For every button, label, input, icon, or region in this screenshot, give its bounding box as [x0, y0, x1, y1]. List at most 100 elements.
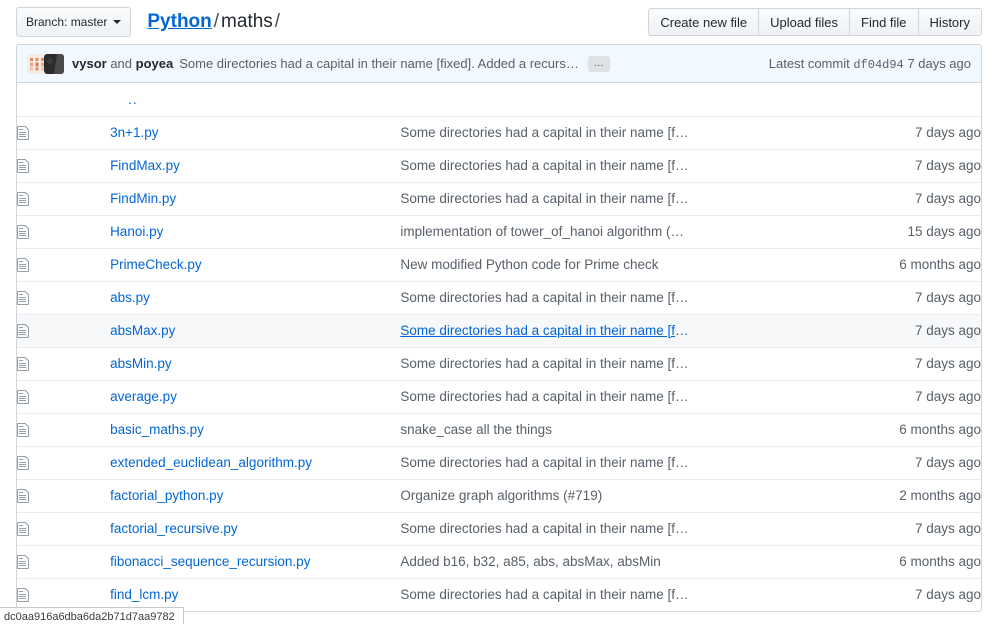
file-icon-cell	[17, 446, 110, 479]
commit-message-link[interactable]: Added b16, b32, a85, abs, absMax, absMin	[400, 554, 690, 569]
table-row[interactable]: abs.py Some directories had a capital in …	[17, 281, 981, 314]
repo-toolbar: Branch: master Python/maths/ Create new …	[0, 0, 998, 44]
file-icon	[17, 521, 31, 537]
file-name-link[interactable]: find_lcm.py	[110, 587, 178, 602]
commit-message-link[interactable]: Some directories had a capital in their …	[400, 356, 690, 371]
file-icon-cell	[17, 182, 110, 215]
find-file-button[interactable]: Find file	[849, 8, 918, 36]
table-row[interactable]: absMax.py Some directories had a capital …	[17, 314, 981, 347]
commit-message-link[interactable]: snake_case all the things	[400, 422, 690, 437]
file-icon-cell	[17, 479, 110, 512]
file-name-link[interactable]: factorial_recursive.py	[110, 521, 238, 536]
file-name-cell: Hanoi.py	[110, 215, 400, 248]
repo-actions-group: Create new file Upload files Find file H…	[648, 8, 982, 36]
file-name-link[interactable]: 3n+1.py	[110, 125, 158, 140]
file-icon	[17, 422, 31, 438]
table-row[interactable]: Hanoi.py implementation of tower_of_hanoi…	[17, 215, 981, 248]
avatar-poyea[interactable]	[44, 54, 64, 74]
commit-message-link[interactable]: Some directories had a capital in their …	[400, 191, 690, 206]
file-name-cell: fibonacci_sequence_recursion.py	[110, 545, 400, 578]
commit-message-link[interactable]: New modified Python code for Prime check	[400, 257, 690, 272]
table-row[interactable]: 3n+1.py Some directories had a capital in…	[17, 116, 981, 149]
breadcrumb-separator-1: /	[212, 11, 221, 32]
table-row[interactable]: fibonacci_sequence_recursion.py Added b16…	[17, 545, 981, 578]
parent-directory-icon-cell	[17, 83, 110, 116]
upload-files-button[interactable]: Upload files	[758, 8, 849, 36]
commit-message-link[interactable]: Some directories had a capital in their …	[400, 389, 690, 404]
file-icon-cell	[17, 116, 110, 149]
parent-directory-row[interactable]: ..	[17, 83, 981, 116]
commit-age-cell: 15 days ago	[691, 215, 981, 248]
branch-selector-button[interactable]: Branch: master	[16, 7, 131, 37]
table-row[interactable]: factorial_recursive.py Some directories h…	[17, 512, 981, 545]
file-icon	[17, 356, 31, 372]
latest-commit-message[interactable]: Some directories had a capital in their …	[179, 56, 579, 71]
breadcrumb-repo-link[interactable]: Python	[147, 11, 211, 32]
commit-message-link[interactable]: Organize graph algorithms (#719)	[400, 488, 690, 503]
file-name-link[interactable]: Hanoi.py	[110, 224, 163, 239]
commit-message-cell: Some directories had a capital in their …	[400, 149, 690, 182]
file-icon-cell	[17, 149, 110, 182]
breadcrumb-separator-2: /	[273, 11, 282, 32]
file-name-cell: factorial_python.py	[110, 479, 400, 512]
file-icon	[17, 257, 31, 273]
commit-message-link[interactable]: Some directories had a capital in their …	[400, 125, 690, 140]
file-icon-cell	[17, 347, 110, 380]
table-row[interactable]: FindMin.py Some directories had a capital…	[17, 182, 981, 215]
file-icon	[17, 455, 31, 471]
table-row[interactable]: extended_euclidean_algorithm.py Some dire…	[17, 446, 981, 479]
commit-author-primary[interactable]: vysor	[72, 56, 107, 71]
commit-message-cell: Some directories had a capital in their …	[400, 578, 690, 611]
commit-message-link[interactable]: Some directories had a capital in their …	[400, 455, 690, 470]
file-name-link[interactable]: FindMin.py	[110, 191, 176, 206]
commit-author-conjunction: and	[110, 56, 132, 71]
commit-age-cell: 6 months ago	[691, 413, 981, 446]
file-table: .. 3n+1.py Some directories had a capital…	[17, 83, 981, 611]
parent-directory-link[interactable]: ..	[110, 92, 138, 107]
table-row[interactable]: basic_maths.py snake_case all the things6…	[17, 413, 981, 446]
table-row[interactable]: FindMax.py Some directories had a capital…	[17, 149, 981, 182]
commit-message-link[interactable]: Some directories had a capital in their …	[400, 158, 690, 173]
commit-age-cell: 7 days ago	[691, 149, 981, 182]
file-name-link[interactable]: extended_euclidean_algorithm.py	[110, 455, 312, 470]
table-row[interactable]: factorial_python.py Organize graph algori…	[17, 479, 981, 512]
file-name-cell: PrimeCheck.py	[110, 248, 400, 281]
expand-commit-message-button[interactable]: …	[588, 56, 610, 72]
file-name-link[interactable]: basic_maths.py	[110, 422, 204, 437]
file-name-cell: absMin.py	[110, 347, 400, 380]
file-name-link[interactable]: average.py	[110, 389, 177, 404]
file-name-link[interactable]: absMax.py	[110, 323, 175, 338]
commit-author-secondary[interactable]: poyea	[136, 56, 174, 71]
commit-message-link[interactable]: implementation of tower_of_hanoi algorit…	[400, 224, 690, 239]
table-row[interactable]: PrimeCheck.py New modified Python code fo…	[17, 248, 981, 281]
commit-message-cell: Some directories had a capital in their …	[400, 512, 690, 545]
file-name-cell: factorial_recursive.py	[110, 512, 400, 545]
branch-selector-label: Branch: master	[26, 15, 107, 29]
commit-message-cell: Some directories had a capital in their …	[400, 446, 690, 479]
table-row[interactable]: absMin.py Some directories had a capital …	[17, 347, 981, 380]
commit-age-cell: 7 days ago	[691, 281, 981, 314]
table-row[interactable]: average.py Some directories had a capital…	[17, 380, 981, 413]
latest-commit-bar: vysor and poyea Some directories had a c…	[17, 45, 981, 83]
file-name-cell: FindMin.py	[110, 182, 400, 215]
file-icon	[17, 224, 31, 240]
file-name-link[interactable]: PrimeCheck.py	[110, 257, 202, 272]
create-new-file-button[interactable]: Create new file	[648, 8, 758, 36]
file-icon-cell	[17, 248, 110, 281]
commit-age-cell: 7 days ago	[691, 182, 981, 215]
commit-message-link[interactable]: Some directories had a capital in their …	[400, 290, 690, 305]
file-name-link[interactable]: FindMax.py	[110, 158, 180, 173]
file-name-cell: abs.py	[110, 281, 400, 314]
file-name-link[interactable]: factorial_python.py	[110, 488, 223, 503]
browser-status-bar: dc0aa916a6dba6da2b71d7aa9782	[0, 607, 184, 624]
file-name-link[interactable]: absMin.py	[110, 356, 172, 371]
file-name-link[interactable]: abs.py	[110, 290, 150, 305]
commit-message-link[interactable]: Some directories had a capital in their …	[400, 587, 690, 602]
breadcrumb: Python/maths/	[147, 11, 282, 33]
history-button[interactable]: History	[918, 8, 982, 36]
commit-message-link[interactable]: Some directories had a capital in their …	[400, 521, 690, 536]
commit-sha-link[interactable]: df04d94	[853, 58, 903, 72]
file-name-link[interactable]: fibonacci_sequence_recursion.py	[110, 554, 310, 569]
status-bar-text: dc0aa916a6dba6da2b71d7aa9782	[4, 611, 175, 623]
commit-message-link[interactable]: Some directories had a capital in their …	[400, 323, 690, 338]
